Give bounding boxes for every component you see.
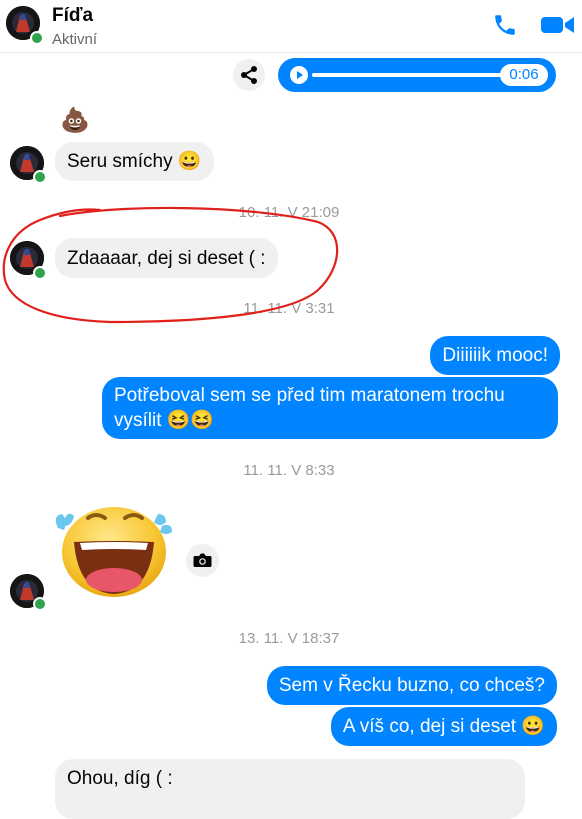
contact-status: Aktivní [52,31,98,48]
message-line: Potřeboval sem se před tim maratonem tro… [114,385,505,406]
phone-icon[interactable] [492,12,520,38]
chat-header: Fíďa Aktivní [0,0,582,53]
laughing-tears-sticker[interactable] [50,500,175,600]
message-bubble-multiline[interactable]: Potřeboval sem se před tim maratonem tro… [102,377,558,439]
timestamp: 10. 11. V 21:09 [238,204,340,221]
message-bubble[interactable]: Zdaaaar, dej si deset ( : [55,238,278,278]
message-line: vysílit 😆😆 [114,410,215,431]
share-button[interactable] [233,59,265,91]
video-camera-icon[interactable] [540,14,576,40]
camera-button[interactable] [186,544,219,577]
play-button[interactable] [290,66,308,84]
audio-progress-track[interactable] [312,73,502,77]
timestamp: 11. 11. V 3:31 [243,300,335,317]
share-icon [241,66,257,84]
timestamp: 13. 11. V 18:37 [238,630,340,647]
message-bubble[interactable]: Ohou, díg ( : [55,759,525,819]
message-bubble[interactable]: A víš co, dej si deset 😀 [330,707,557,746]
online-indicator [30,31,44,45]
online-indicator [33,266,47,280]
message-bubble[interactable]: Diiiiiik mooc! [430,336,560,375]
audio-message[interactable]: 0:06 [278,58,556,92]
play-icon [297,71,303,79]
online-indicator [33,597,47,611]
message-bubble[interactable]: Seru smíchy 😀 [55,142,214,181]
contact-name[interactable]: Fíďa [52,5,93,27]
poop-emoji-message[interactable]: 💩 [60,107,90,135]
online-indicator [33,170,47,184]
timestamp: 11. 11. V 8:33 [243,462,335,479]
audio-duration: 0:06 [509,66,539,83]
camera-icon [193,553,212,567]
message-bubble[interactable]: Sem v Řecku buzno, co chceš? [266,666,557,705]
